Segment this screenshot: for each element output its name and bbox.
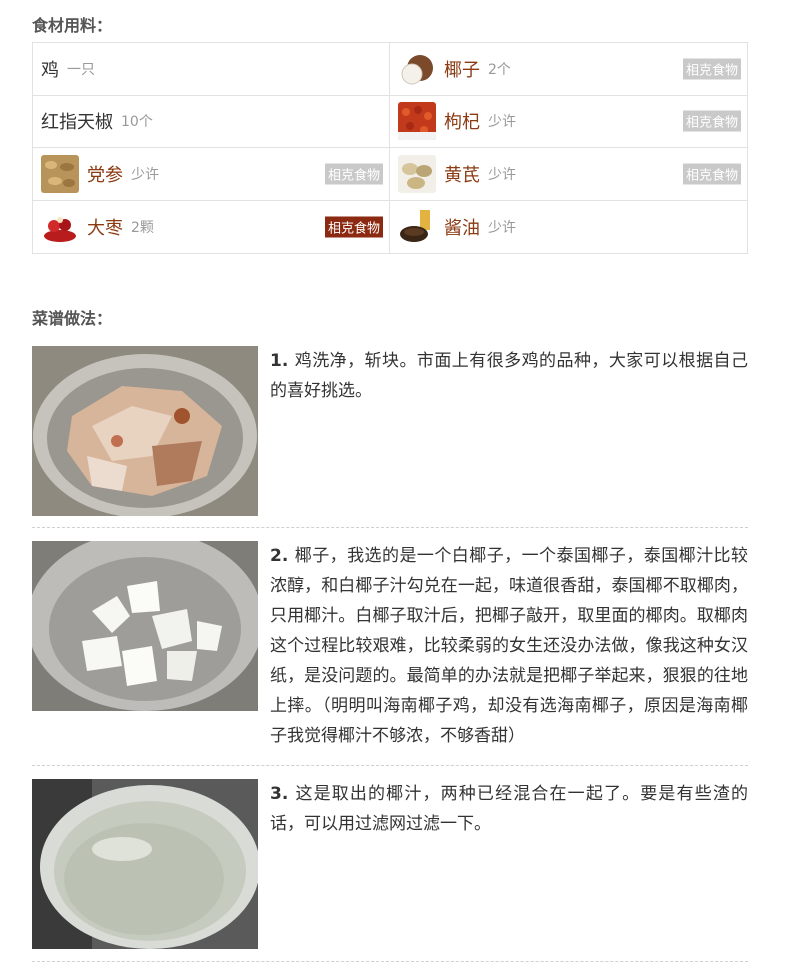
ingredient-link[interactable]: 枸杞 <box>444 108 480 134</box>
step-3: 3. 这是取出的椰汁，两种已经混合在一起了。要是有些渣的话，可以用过滤网过滤一下。 <box>32 779 748 949</box>
ingredient-amount: 2颗 <box>131 219 154 236</box>
step-number: 3. <box>270 784 289 804</box>
ingredient-amount: 少许 <box>488 114 516 131</box>
ingredient-name: 鸡 <box>41 59 59 81</box>
conflict-food-tag[interactable]: 相克食物 <box>682 163 741 185</box>
ingredient-cell-jujube[interactable]: 大枣 2颗 相克食物 <box>33 200 390 253</box>
ingredient-cell-coconut[interactable]: 椰子 2个 相克食物 <box>390 43 747 96</box>
ingredient-cell-goji[interactable]: 枸杞 少许 相克食物 <box>390 96 747 148</box>
coconut-thumbnail[interactable] <box>398 49 436 88</box>
conflict-food-tag[interactable]: 相克食物 <box>324 216 383 238</box>
step-3-photo[interactable] <box>32 779 258 949</box>
ingredient-amount: 一只 <box>67 61 95 78</box>
step-1-photo[interactable] <box>32 346 258 516</box>
ingredients-title: 食材用料： <box>32 16 113 35</box>
step-1-text: 1. 鸡洗净，斩块。市面上有很多鸡的品种，大家可以根据自己的喜好挑选。 <box>270 346 748 406</box>
jujube-thumbnail[interactable] <box>41 207 79 246</box>
step-2-photo[interactable] <box>32 541 258 711</box>
ingredient-amount: 少许 <box>488 219 516 236</box>
step-2-text: 2. 椰子，我选的是一个白椰子，一个泰国椰子，泰国椰汁比较浓醇，和白椰子汁勾兑在一… <box>270 541 748 751</box>
step-2: 2. 椰子，我选的是一个白椰子，一个泰国椰子，泰国椰汁比较浓醇，和白椰子汁勾兑在一… <box>32 541 748 753</box>
goji-thumbnail[interactable] <box>398 102 436 141</box>
step-3-text: 3. 这是取出的椰汁，两种已经混合在一起了。要是有些渣的话，可以用过滤网过滤一下。 <box>270 779 748 839</box>
conflict-food-tag[interactable]: 相克食物 <box>682 110 741 132</box>
step-divider <box>32 765 748 766</box>
ingredient-cell-dangshen[interactable]: 党参 少许 相克食物 <box>33 148 390 201</box>
ingredient-amount: 少许 <box>488 166 516 183</box>
step-number: 2. <box>270 546 289 566</box>
ingredient-amount: 少许 <box>131 166 159 183</box>
step-description: 这是取出的椰汁，两种已经混合在一起了。要是有些渣的话，可以用过滤网过滤一下。 <box>270 784 748 834</box>
soy-sauce-thumbnail[interactable] <box>398 207 436 246</box>
step-description: 鸡洗净，斩块。市面上有很多鸡的品种，大家可以根据自己的喜好挑选。 <box>270 351 748 401</box>
ingredient-link[interactable]: 椰子 <box>444 56 480 82</box>
ingredient-link[interactable]: 酱油 <box>444 214 480 240</box>
ingredient-link[interactable]: 大枣 <box>87 214 123 240</box>
ingredient-cell-soy-sauce[interactable]: 酱油 少许 <box>390 201 747 254</box>
ingredient-name: 红指天椒 <box>41 112 113 134</box>
ingredients-table: 鸡 一只 椰子 2个 相克食物 红指天椒 10个 枸杞 少许 相克食物 党参 少… <box>32 42 748 254</box>
step-1: 1. 鸡洗净，斩块。市面上有很多鸡的品种，大家可以根据自己的喜好挑选。 <box>32 346 748 516</box>
ingredient-cell-chili: 红指天椒 10个 <box>33 95 390 148</box>
huangqi-thumbnail[interactable] <box>398 154 436 193</box>
dangshen-thumbnail[interactable] <box>41 154 79 193</box>
step-divider <box>32 961 748 962</box>
step-description: 椰子，我选的是一个白椰子，一个泰国椰子，泰国椰汁比较浓醇，和白椰子汁勾兑在一起，… <box>270 546 748 746</box>
ingredient-amount: 2个 <box>488 61 511 78</box>
ingredient-link[interactable]: 黄芪 <box>444 161 480 187</box>
step-number: 1. <box>270 351 289 371</box>
step-divider <box>32 527 748 528</box>
conflict-food-tag[interactable]: 相克食物 <box>324 163 383 185</box>
ingredient-cell-chicken: 鸡 一只 <box>33 43 390 96</box>
conflict-food-tag[interactable]: 相克食物 <box>682 58 741 80</box>
ingredient-link[interactable]: 党参 <box>87 161 123 187</box>
ingredient-amount: 10个 <box>121 114 153 131</box>
steps-title: 菜谱做法： <box>32 309 113 328</box>
ingredient-cell-huangqi[interactable]: 黄芪 少许 相克食物 <box>390 148 747 201</box>
